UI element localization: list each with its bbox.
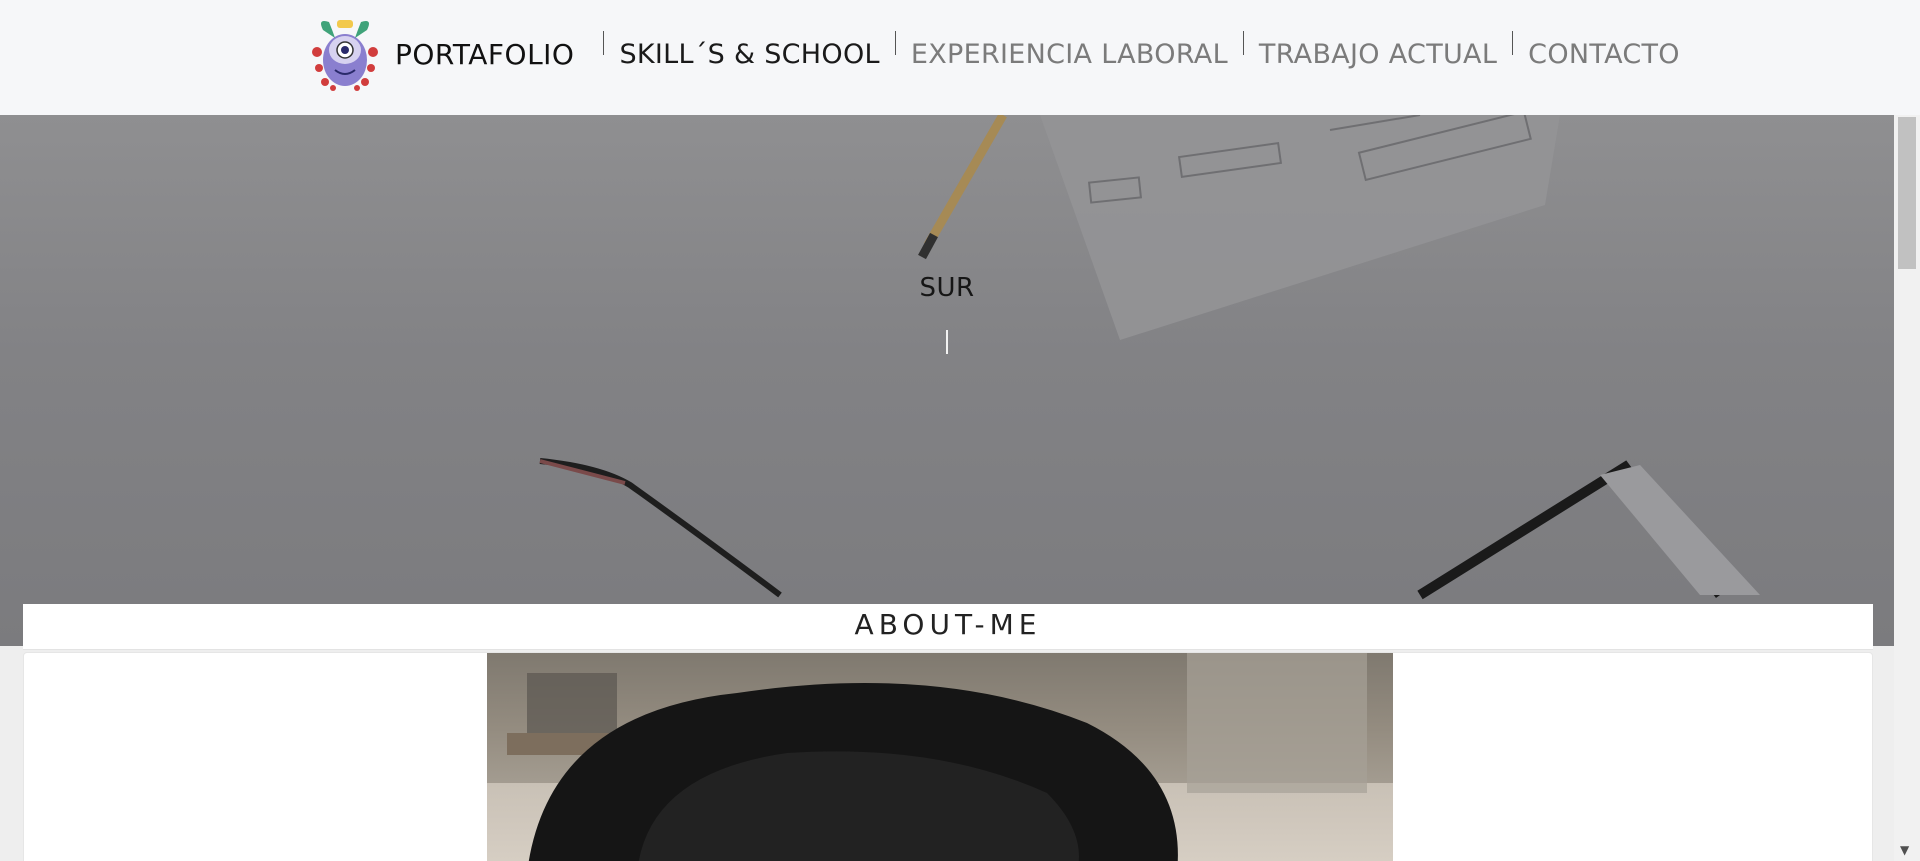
mascot-logo-icon[interactable]: [307, 12, 383, 92]
nav-item-trabajo-actual[interactable]: TRABAJO ACTUAL: [1259, 39, 1497, 70]
nav-divider: [1242, 30, 1244, 55]
hero-background-image: [539, 115, 1760, 600]
nav-item-contacto[interactable]: CONTACTO: [1528, 39, 1680, 70]
scrollbar-thumb[interactable]: [1898, 117, 1916, 269]
nav-item-experiencia-laboral[interactable]: EXPERIENCIA LABORAL: [911, 39, 1228, 70]
hero-banner: SUR: [0, 115, 1894, 646]
chevron-down-icon[interactable]: ▼: [1900, 843, 1909, 857]
about-section-header: ABOUT-ME: [23, 604, 1873, 650]
hero-text-cursor: [946, 330, 948, 354]
profile-photo: [487, 653, 1393, 861]
nav-divider: [1512, 30, 1514, 55]
nav-item-skills-school[interactable]: SKILL´S & SCHOOL: [619, 39, 879, 70]
top-navbar: PORTAFOLIO SKILL´S & SCHOOL EXPERIENCIA …: [0, 0, 1920, 115]
nav-divider: [603, 30, 605, 55]
about-card: [23, 652, 1873, 861]
page-scrollbar[interactable]: ▼: [1894, 115, 1920, 861]
brand-link[interactable]: PORTAFOLIO: [395, 38, 574, 71]
nav-container: PORTAFOLIO SKILL´S & SCHOOL EXPERIENCIA …: [307, 12, 1680, 92]
hero-heading: SUR: [919, 273, 975, 303]
about-title: ABOUT-ME: [854, 608, 1042, 641]
nav-menu: SKILL´S & SCHOOL EXPERIENCIA LABORAL TRA…: [588, 30, 1680, 70]
nav-divider: [894, 30, 896, 55]
